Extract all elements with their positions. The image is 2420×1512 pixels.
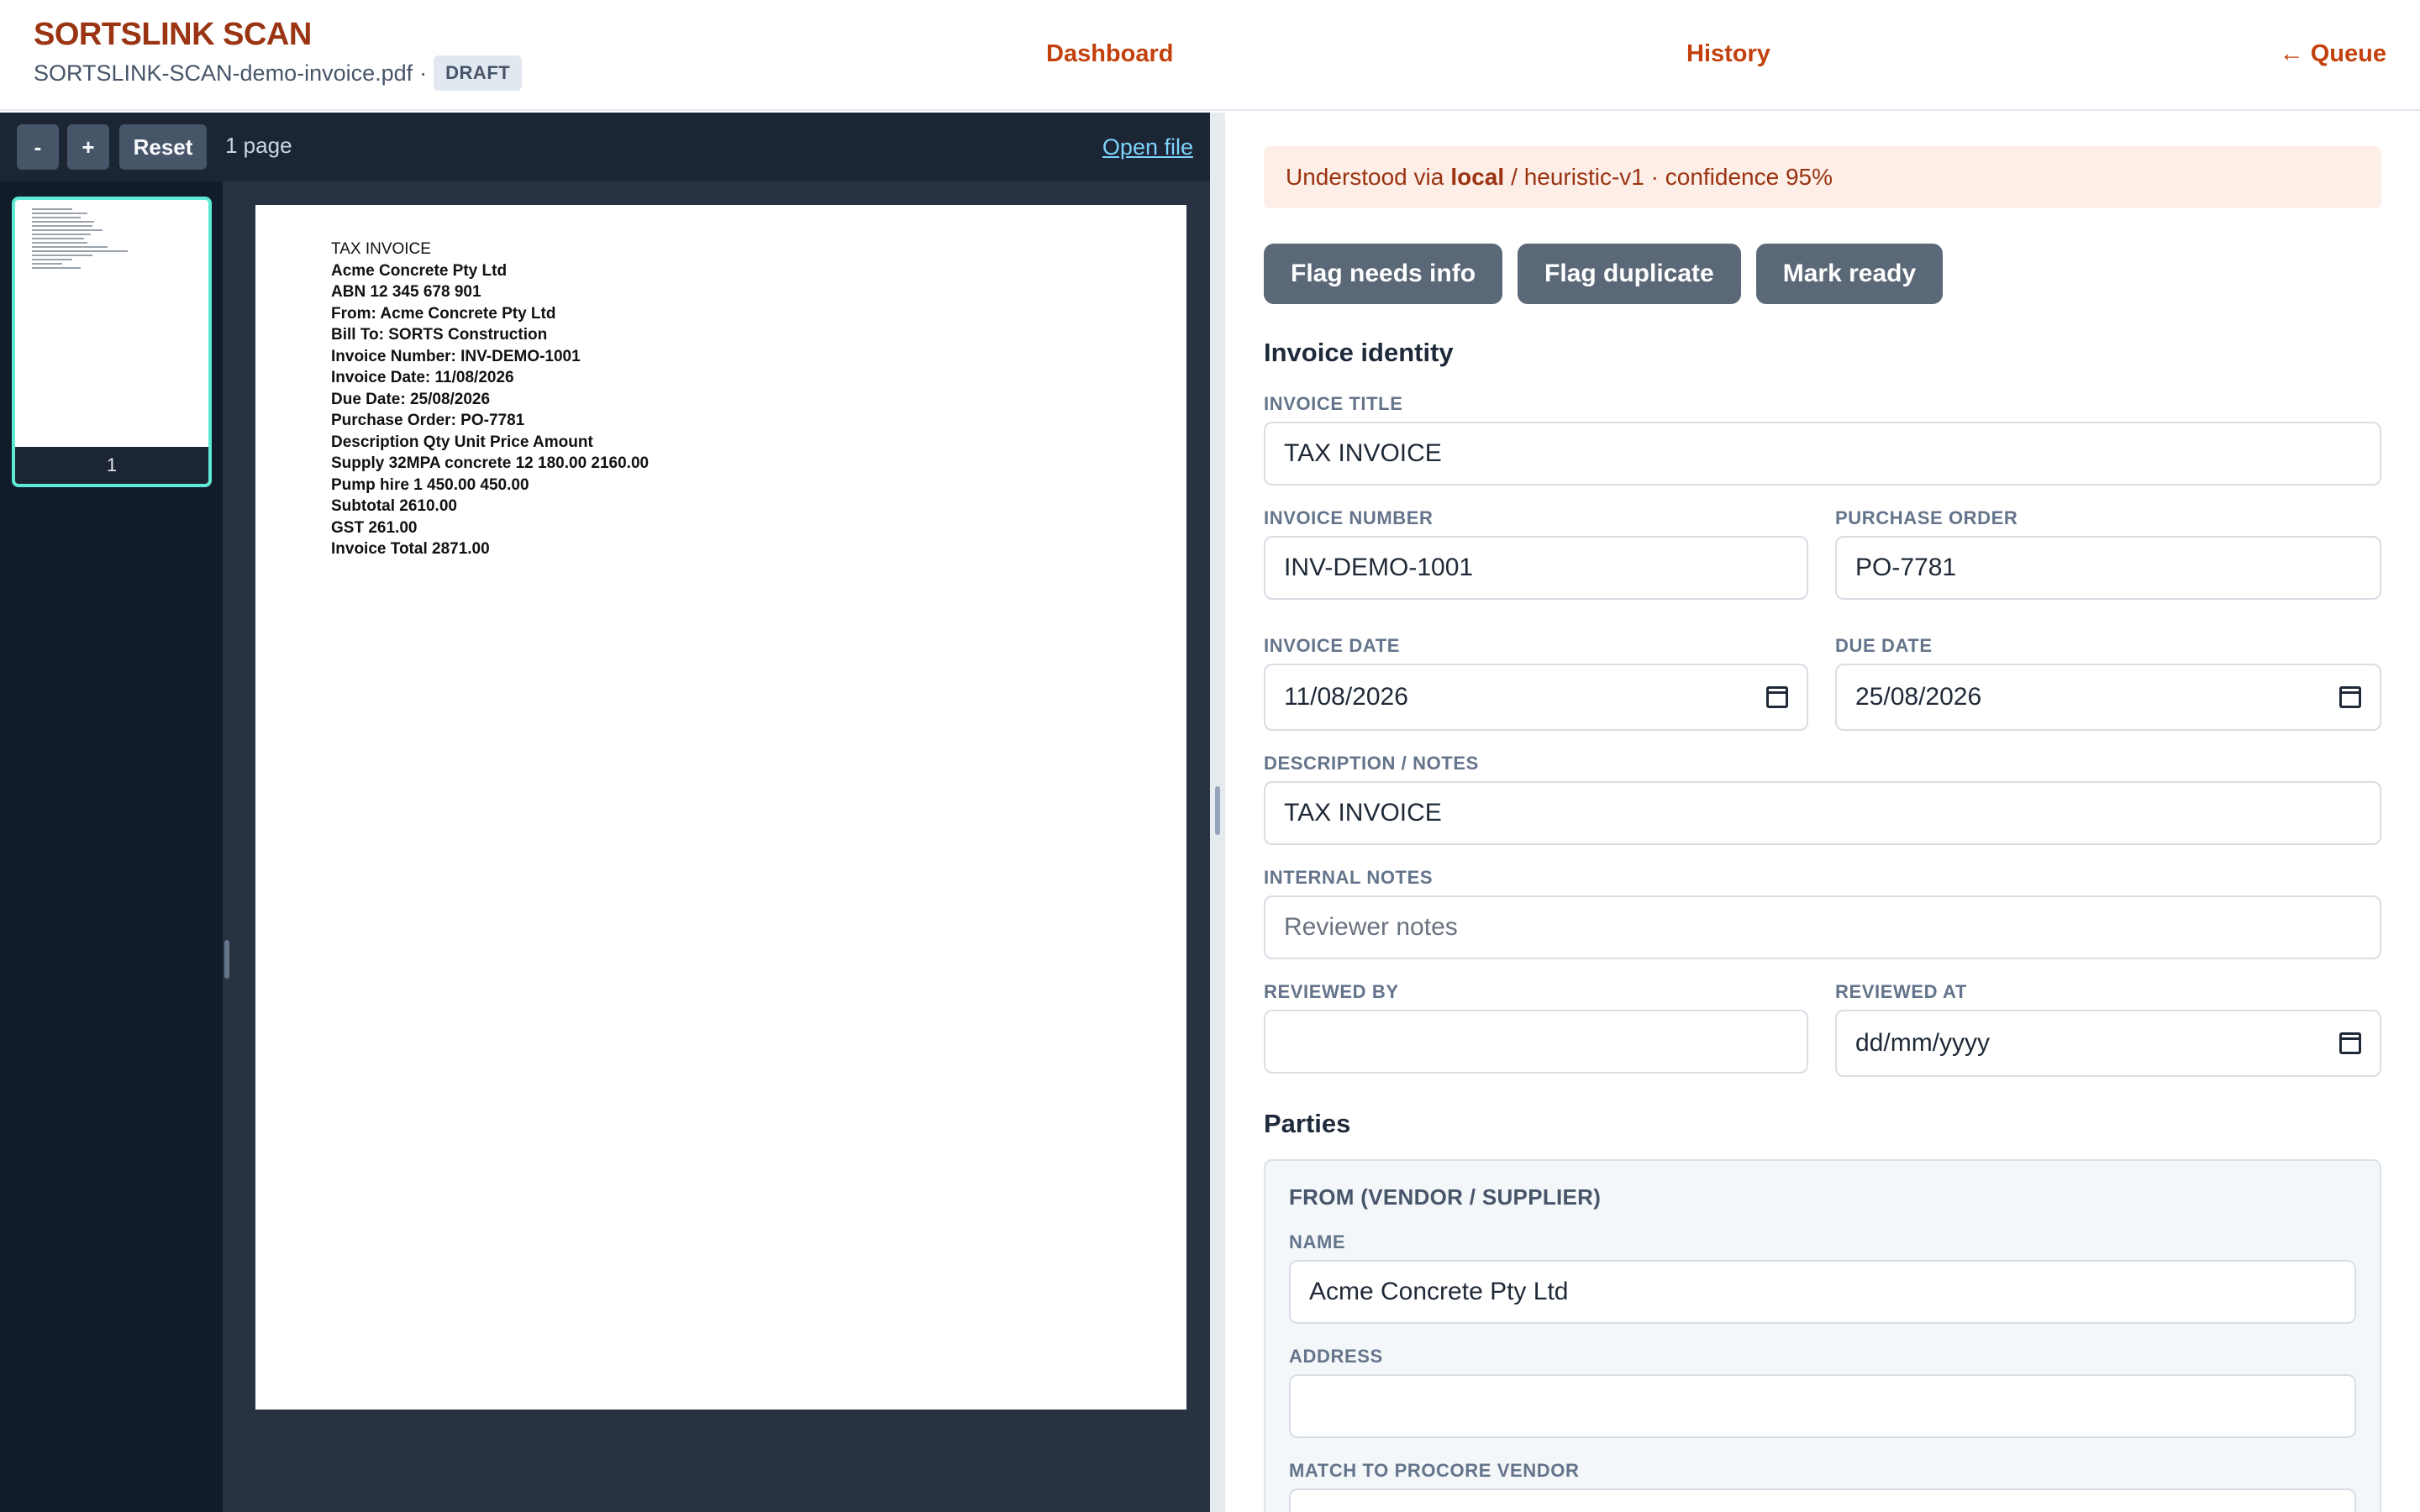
viewer-toolbar: - + Reset 1 page Open file [0,113,1210,181]
calendar-icon[interactable] [2339,1032,2361,1054]
nav-queue-link[interactable]: ← Queue [2280,40,2386,68]
invoice-date-label: INVOICE DATE [1264,635,1401,656]
document-viewer: - + Reset 1 page Open file 1 TAX INVOICE… [0,113,1210,1512]
reviewed-by-label: REVIEWED BY [1264,981,1399,1002]
internal-notes-placeholder: Reviewer notes [1284,913,1458,941]
purchase-order-label: PURCHASE ORDER [1835,507,2018,528]
section-parties: Parties [1264,1109,1351,1138]
reviewed-by-input[interactable] [1264,1010,1808,1074]
pdf-line: Subtotal 2610.00 [331,497,457,515]
status-badge: DRAFT [434,55,523,91]
pdf-line: Invoice Number: INV-DEMO-1001 [331,347,581,365]
review-panel: Understood via local / heuristic-v1 · co… [1225,113,2420,1512]
thumbnail-preview [32,208,133,271]
flag-needs-info-button[interactable]: Flag needs info [1264,244,1503,304]
vendor-name-input[interactable]: Acme Concrete Pty Ltd [1289,1260,2356,1324]
invoice-title-input[interactable]: TAX INVOICE [1264,422,2381,486]
action-bar: Flag needs info Flag duplicate Mark read… [1264,244,1944,304]
purchase-order-value: PO-7781 [1855,554,1957,581]
pdf-line: GST 261.00 [331,518,418,537]
invoice-number-input[interactable]: INV-DEMO-1001 [1264,536,1808,600]
flag-duplicate-button[interactable]: Flag duplicate [1518,244,1741,304]
pdf-page-text: TAX INVOICE Acme Concrete Pty Ltd ABN 12… [331,239,649,560]
thumbnail-page-number: 1 [15,447,208,484]
pdf-line: Invoice Date: 11/08/2026 [331,369,514,386]
splitter-grip-icon[interactable] [1215,786,1220,835]
mark-ready-button[interactable]: Mark ready [1755,244,1944,304]
vendor-heading: FROM (VENDOR / SUPPLIER) [1289,1184,1602,1210]
notice-prefix: Understood via [1286,164,1444,190]
document-info: SORTSLINK-SCAN-demo-invoice.pdf · DRAFT [34,55,523,91]
vendor-address-label: ADDRESS [1289,1346,1383,1367]
due-date-value: 25/08/2026 [1855,683,1982,711]
page-count: 1 page [225,133,292,158]
calendar-icon[interactable] [1766,686,1788,708]
pdf-line: Acme Concrete Pty Ltd [331,261,508,280]
purchase-order-input[interactable]: PO-7781 [1835,536,2381,600]
zoom-out-button[interactable]: - [17,124,59,170]
due-date-input[interactable]: 25/08/2026 [1835,664,2381,731]
pdf-line: Description Qty Unit Price Amount [331,433,593,451]
procore-vendor-label: MATCH TO PROCORE VENDOR [1289,1460,1580,1481]
pdf-line: Pump hire 1 450.00 450.00 [331,475,529,494]
page-thumbnail[interactable]: 1 [12,197,212,487]
calendar-icon[interactable] [2339,686,2361,708]
pdf-line: Bill To: SORTS Construction [331,326,548,344]
description-label: DESCRIPTION / NOTES [1264,753,1479,774]
document-filename: SORTSLINK-SCAN-demo-invoice.pdf [34,60,413,86]
procore-vendor-select[interactable] [1289,1488,2356,1512]
extraction-notice: Understood via local / heuristic-v1 · co… [1264,146,2381,208]
due-date-label: DUE DATE [1835,635,1933,656]
nav-dashboard-link[interactable]: Dashboard [1046,40,1173,68]
pdf-line: Supply 32MPA concrete 12 180.00 2160.00 [331,454,650,472]
pdf-line: ABN 12 345 678 901 [331,283,481,301]
notice-engine: local [1450,164,1505,190]
thumbnail-resize-handle[interactable] [224,940,229,979]
internal-notes-input[interactable]: Reviewer notes [1264,895,2381,959]
vendor-name-label: NAME [1289,1231,1346,1252]
internal-notes-label: INTERNAL NOTES [1264,867,1434,888]
pdf-page: TAX INVOICE Acme Concrete Pty Ltd ABN 12… [255,205,1186,1410]
separator: · [419,60,428,86]
pdf-line: Due Date: 25/08/2026 [331,390,491,408]
nav-history-link[interactable]: History [1686,40,1770,68]
section-invoice-identity: Invoice identity [1264,338,1454,367]
invoice-title-label: INVOICE TITLE [1264,393,1403,414]
description-input[interactable]: TAX INVOICE [1264,781,2381,845]
zoom-in-button[interactable]: + [67,124,109,170]
vendor-address-input[interactable] [1289,1374,2356,1438]
pdf-line: TAX INVOICE [331,240,431,258]
invoice-number-label: INVOICE NUMBER [1264,507,1434,528]
vendor-name-value: Acme Concrete Pty Ltd [1309,1278,1569,1305]
invoice-title-value: TAX INVOICE [1284,439,1442,467]
invoice-number-value: INV-DEMO-1001 [1284,554,1474,581]
reset-zoom-button[interactable]: Reset [119,124,207,170]
thumbnail-sidebar[interactable]: 1 [0,181,223,1512]
brand-logo[interactable]: SORTSLINK SCAN [34,17,312,53]
panel-splitter[interactable] [1210,113,1225,1512]
reviewed-at-input[interactable]: dd/mm/yyyy [1835,1010,2381,1077]
app-header: SORTSLINK SCAN SORTSLINK-SCAN-demo-invoi… [0,0,2420,111]
pdf-line: From: Acme Concrete Pty Ltd [331,304,556,323]
pdf-line: Purchase Order: PO-7781 [331,412,525,429]
invoice-date-value: 11/08/2026 [1284,683,1408,711]
notice-suffix: / heuristic-v1 · confidence 95% [1511,164,1833,190]
invoice-date-input[interactable]: 11/08/2026 [1264,664,1808,731]
open-file-link[interactable]: Open file [1102,134,1193,160]
pdf-line: Invoice Total 2871.00 [331,540,490,558]
reviewed-at-placeholder: dd/mm/yyyy [1855,1029,1991,1057]
reviewed-at-label: REVIEWED AT [1835,981,1967,1002]
vendor-card: FROM (VENDOR / SUPPLIER) NAME Acme Concr… [1264,1159,2381,1512]
description-value: TAX INVOICE [1284,799,1442,827]
